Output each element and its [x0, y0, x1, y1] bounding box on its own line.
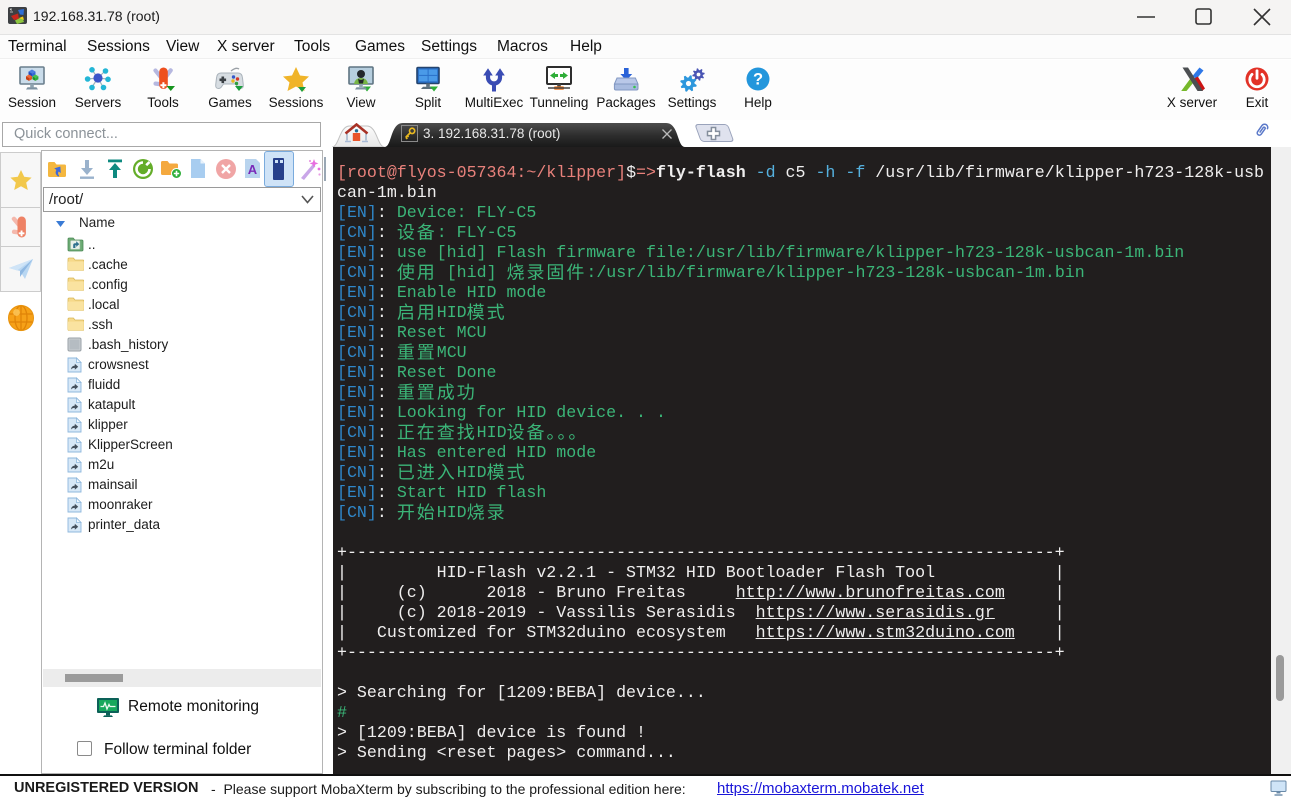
svg-text:A: A [248, 162, 258, 177]
svg-text:?: ? [753, 71, 763, 89]
